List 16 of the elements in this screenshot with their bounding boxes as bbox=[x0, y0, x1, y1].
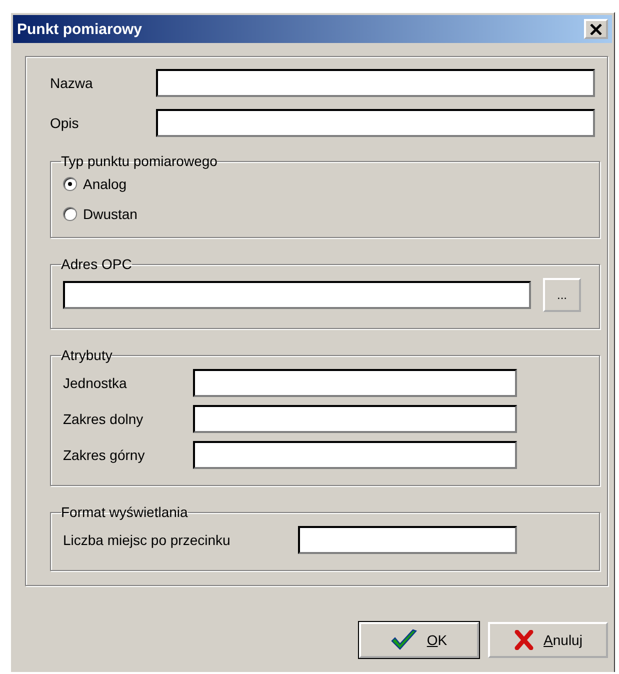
group-title: Adres OPC bbox=[61, 256, 132, 272]
browse-button[interactable]: ... bbox=[543, 278, 581, 312]
window-title: Punkt pomiarowy bbox=[17, 20, 142, 38]
radio-label: Dwustan bbox=[83, 206, 138, 222]
cancel-button[interactable]: Anuluj bbox=[488, 622, 608, 658]
group-title: Typ punktu pomiarowego bbox=[61, 153, 218, 169]
group-title: Format wyświetlania bbox=[61, 504, 188, 520]
group-title: Atrybuty bbox=[61, 347, 112, 363]
ok-button[interactable]: OK bbox=[359, 622, 479, 658]
field-label: Opis bbox=[50, 115, 80, 131]
field-label: Liczba miejsc po przecinku bbox=[63, 532, 232, 548]
field-label: Zakres górny bbox=[63, 447, 146, 463]
field-label: Nazwa bbox=[50, 75, 94, 91]
field-label: Zakres dolny bbox=[63, 411, 144, 427]
radio-label: Analog bbox=[83, 176, 127, 192]
field-label: Jednostka bbox=[63, 375, 128, 391]
